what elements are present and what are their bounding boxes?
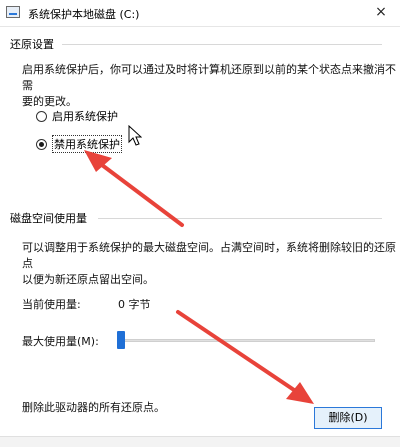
annotation-arrow-1 [84, 150, 184, 227]
annotation-arrow-2 [176, 310, 314, 404]
annotation-arrows [84, 150, 314, 404]
mouse-cursor-icon [128, 125, 142, 146]
